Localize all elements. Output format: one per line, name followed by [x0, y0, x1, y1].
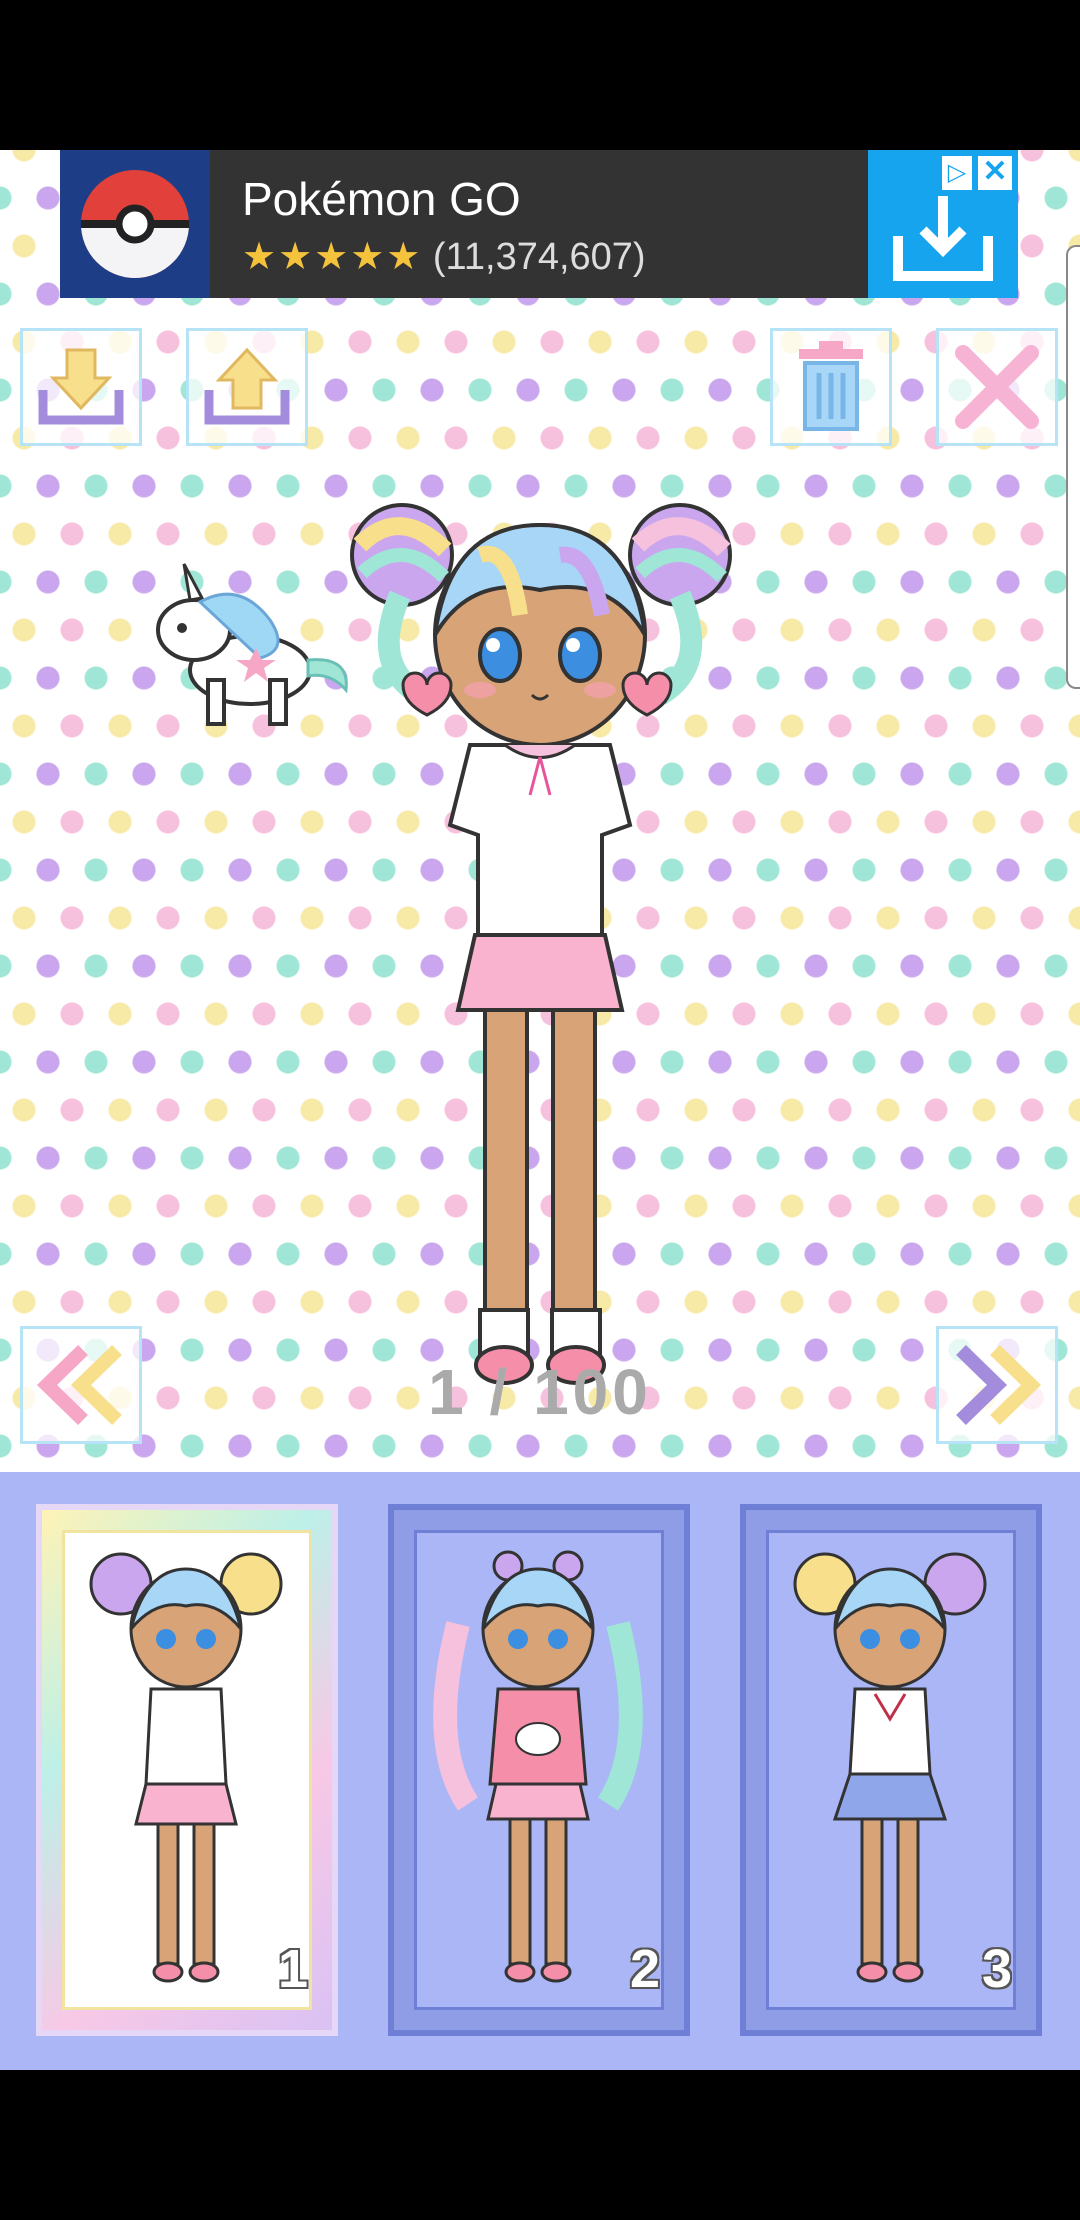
star-rating: ★★★★★	[242, 236, 423, 278]
character-avatar[interactable]	[340, 495, 740, 1400]
delete-button[interactable]	[770, 328, 892, 446]
ad-title: Pokémon GO	[242, 173, 521, 225]
slot-number: 3	[981, 1939, 1012, 1999]
download-icon	[893, 196, 993, 281]
trash-icon	[799, 341, 863, 431]
ad-rating: ★★★★★ (11,374,607)	[242, 234, 868, 279]
unicorn-pet[interactable]	[150, 560, 360, 745]
ad-choices-icon[interactable]: ▷	[942, 156, 972, 190]
status-bar	[0, 0, 1080, 150]
navigation-bar	[0, 2070, 1080, 2220]
save-slot-3[interactable]: 3	[740, 1504, 1042, 2036]
ad-install-button[interactable]: ▷ ✕	[868, 150, 1018, 298]
slot-character-thumbnail	[793, 1552, 987, 1983]
load-button[interactable]	[186, 328, 308, 446]
close-button[interactable]	[936, 328, 1058, 446]
slot-number: 2	[629, 1939, 660, 1999]
slot-number: 1	[277, 1939, 308, 1999]
double-chevron-right-icon	[956, 1344, 1042, 1426]
ad-close-button[interactable]: ✕	[978, 156, 1012, 190]
close-icon	[955, 345, 1039, 429]
slot-character-thumbnail	[433, 1550, 643, 1983]
upload-icon	[204, 347, 290, 425]
character-stage: Pokémon GO ★★★★★ (11,374,607) ▷ ✕ 1 / 10…	[0, 150, 1080, 1472]
download-icon	[38, 348, 124, 425]
save-slots-panel: 1 2 3	[0, 1472, 1080, 2070]
slot-character-thumbnail	[89, 1552, 283, 1983]
save-slot-1[interactable]: 1	[36, 1504, 338, 2036]
page-counter: 1 / 100	[428, 1356, 652, 1428]
side-scroll-handle[interactable]	[1066, 245, 1080, 689]
next-page-button[interactable]	[936, 1326, 1058, 1444]
save-slot-2[interactable]: 2	[388, 1504, 690, 2036]
ad-review-count: (11,374,607)	[432, 236, 646, 278]
ad-banner[interactable]: Pokémon GO ★★★★★ (11,374,607) ▷ ✕	[60, 150, 1018, 298]
pokeball-icon	[60, 150, 210, 298]
save-button[interactable]	[20, 328, 142, 446]
